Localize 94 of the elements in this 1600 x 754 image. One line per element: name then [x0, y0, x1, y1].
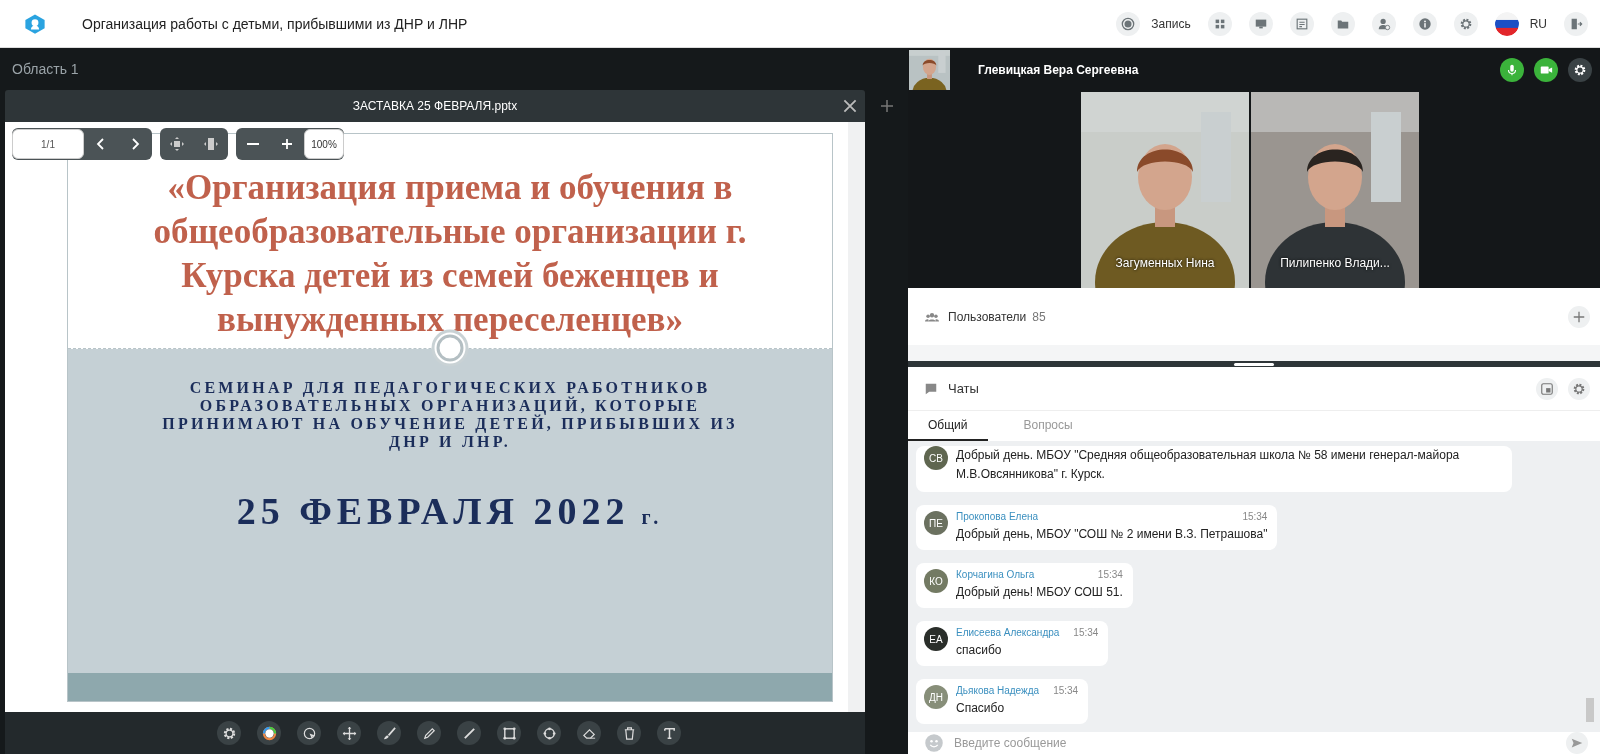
presenter-name: Глевицкая Вера Сергеевна — [978, 62, 1140, 77]
brush-icon — [381, 725, 397, 741]
author-name: Дьякова Надежда — [956, 685, 1040, 696]
author-name: Елисеева Александра — [956, 627, 1060, 638]
color-ring-tool[interactable] — [257, 721, 281, 745]
microphone-button[interactable] — [1500, 57, 1524, 82]
folder-button[interactable] — [1330, 11, 1355, 36]
slide-subtitle: СЕМИНАР ДЛЯ ПЕДАГОГИЧЕСКИХ РАБОТНИКОВ ОБРАЗОВАТЕЛЬНЫХ ОРГАНИЗАЦИЙ, КОТОРЫЕ ПРИНИМАЮТ НА ОБУЧЕНИЕ ДЕТЕЙ, ПРИБЫВШИХ ИЗ ДНР И ЛНР. — [161, 379, 739, 451]
microphone-icon — [1505, 62, 1519, 77]
participant-name: Пилипенко Влади... — [1279, 255, 1391, 270]
area-title: Область 1 — [11, 60, 80, 79]
users-count: 85 — [1032, 309, 1047, 324]
fit-width-icon — [203, 136, 219, 152]
chats-title: Чаты — [948, 381, 980, 397]
text-tool-icon — [661, 725, 677, 741]
settings-icon — [221, 725, 237, 741]
flag-icon[interactable] — [1494, 11, 1519, 36]
eraser-tool[interactable] — [577, 721, 601, 745]
brush-tool[interactable] — [377, 721, 401, 745]
window-icon — [1540, 381, 1554, 396]
add-icon — [879, 98, 895, 114]
user-icon — [1376, 16, 1391, 31]
pointer-icon — [301, 725, 317, 741]
screen-button[interactable] — [1248, 11, 1273, 36]
close-icon[interactable] — [841, 97, 859, 115]
slide-title: «Организация приема и обучения в общеобразовательные организации г. Курска детей из семей беженцев и вынужденных переселенцев» — [152, 167, 748, 341]
text-tool-tool[interactable] — [657, 721, 681, 745]
document-button[interactable] — [1289, 11, 1314, 36]
file-name: ЗАСТАВКА 25 ФЕВРАЛЯ.pptx — [352, 99, 518, 113]
document-icon — [1294, 16, 1309, 31]
settings-icon — [1458, 16, 1473, 31]
send-icon — [1570, 736, 1584, 750]
message-time: 15:34 — [1053, 685, 1079, 696]
meeting-title: Организация работы с детьми, прибывшими из ДНР и ЛНР — [82, 15, 469, 32]
add-user-button[interactable] — [1568, 305, 1590, 328]
logo-icon — [24, 12, 46, 35]
pencil-icon — [421, 725, 437, 741]
message-text: Добрый день! МБОУ СОШ 51. — [956, 584, 1123, 601]
avatar: ПЕ — [924, 511, 948, 535]
record-label: Запись — [1151, 16, 1191, 31]
ellipse-icon — [541, 725, 557, 741]
settings-icon — [1573, 62, 1587, 77]
send-button[interactable] — [1566, 732, 1588, 754]
message-text: Добрый день. МБОУ "Средняя общеобразовательная школа № 58 имени генерал-майора М.В.Овсянникова" г. Курск. — [956, 447, 1461, 483]
ellipse-tool[interactable] — [537, 721, 561, 745]
message-text: Спасибо — [956, 700, 1006, 717]
language-label[interactable]: RU — [1529, 16, 1547, 31]
move-arrows-icon — [169, 136, 185, 152]
author-name: Прокопова Елена — [956, 511, 1039, 522]
avatar: ЕА — [924, 627, 948, 651]
record-button[interactable] — [1116, 11, 1141, 36]
settings-button[interactable] — [1568, 57, 1592, 82]
page-field[interactable]: 1/1 — [12, 129, 84, 159]
avatar: ДН — [924, 685, 948, 709]
avatar: КО — [924, 569, 948, 593]
color-ring-icon — [261, 725, 277, 741]
avatar: СВ — [924, 446, 948, 470]
line-icon — [461, 725, 477, 741]
camera-button[interactable] — [1534, 57, 1558, 82]
year-suffix: г. — [641, 506, 664, 529]
message-time: 15:34 — [1097, 569, 1123, 580]
pointer-tool[interactable] — [297, 721, 321, 745]
user-button[interactable] — [1371, 11, 1396, 36]
chat-icon — [924, 381, 938, 396]
minus-icon — [247, 143, 259, 145]
resize-handle[interactable] — [1234, 362, 1274, 366]
users-label[interactable]: Пользователи — [948, 309, 1027, 324]
participant-name: Загуменных Нина — [1114, 255, 1216, 270]
message-time: 15:34 — [1073, 627, 1099, 638]
exit-icon — [1569, 16, 1583, 31]
settings-tool[interactable] — [217, 721, 241, 745]
author-name: Корчагина Ольга — [956, 569, 1035, 580]
slide-date: 25 ФЕВРАЛЯ 2022 — [236, 489, 630, 533]
record-icon — [1121, 16, 1136, 31]
rectangle-icon — [501, 725, 517, 741]
zoom-level: 100% — [304, 129, 344, 159]
settings-icon — [1572, 381, 1586, 396]
message-text: Добрый день, МБОУ "СОШ № 2 имени В.З. Петрашова" — [956, 526, 1268, 543]
move-tool[interactable] — [337, 721, 361, 745]
trash-tool[interactable] — [617, 721, 641, 745]
grid-button[interactable] — [1207, 11, 1232, 36]
chat-settings-button[interactable] — [1568, 377, 1590, 400]
pencil-tool[interactable] — [417, 721, 441, 745]
rectangle-tool[interactable] — [497, 721, 521, 745]
plus-icon — [1572, 309, 1586, 324]
message-text: спасибо — [956, 642, 1003, 659]
chat-window-button[interactable] — [1536, 377, 1558, 400]
message-time: 15:34 — [1242, 511, 1268, 522]
info-icon — [1417, 16, 1432, 31]
plus-icon — [279, 136, 295, 152]
move-icon — [341, 725, 357, 741]
exit-button[interactable] — [1564, 11, 1588, 36]
line-tool[interactable] — [457, 721, 481, 745]
info-button[interactable] — [1412, 11, 1437, 36]
